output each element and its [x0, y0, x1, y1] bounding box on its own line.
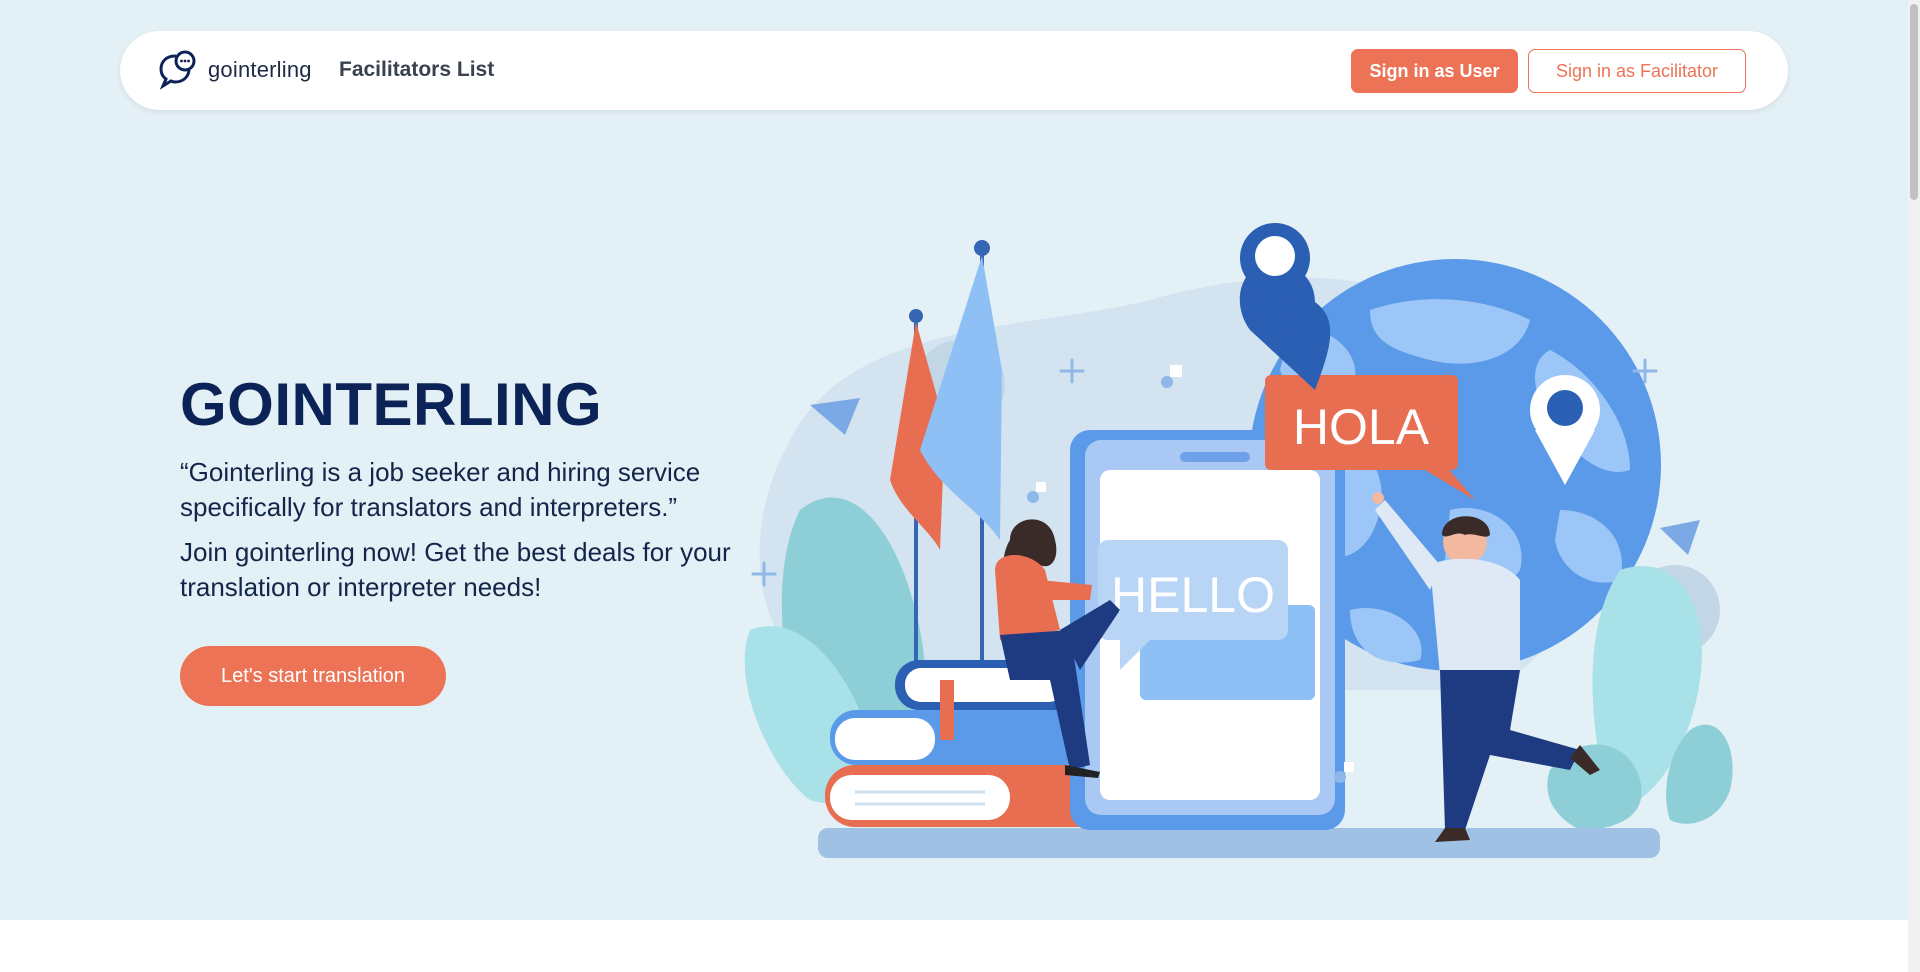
sign-in-user-button[interactable]: Sign in as User — [1351, 49, 1518, 93]
hello-bubble-text: HELLO — [1111, 567, 1275, 623]
brand[interactable]: gointerling — [158, 50, 312, 90]
translation-illustration: HELLO HOLA — [744, 223, 1733, 858]
nav-link-facilitators-list[interactable]: Facilitators List — [339, 58, 494, 82]
scrollbar-thumb[interactable] — [1910, 4, 1918, 200]
hero-title: GOINTERLING — [180, 371, 603, 438]
hero-illustration: HELLO HOLA — [730, 210, 1740, 870]
next-section — [0, 920, 1908, 972]
hero-subtitle: Join gointerling now! Get the best deals… — [180, 537, 731, 602]
brand-name: gointerling — [208, 57, 312, 82]
start-translation-button[interactable]: Let's start translation — [180, 646, 446, 706]
chat-bubble-logo-icon — [158, 50, 198, 90]
page: gointerling Facilitators List Sign in as… — [0, 0, 1920, 972]
hero-quote: “Gointerling is a job seeker and hiring … — [180, 457, 701, 522]
sign-in-facilitator-button[interactable]: Sign in as Facilitator — [1528, 49, 1746, 93]
hola-bubble-text: HOLA — [1293, 399, 1430, 455]
navbar: gointerling Facilitators List Sign in as… — [120, 31, 1788, 110]
page-scrollbar[interactable] — [1908, 0, 1920, 972]
